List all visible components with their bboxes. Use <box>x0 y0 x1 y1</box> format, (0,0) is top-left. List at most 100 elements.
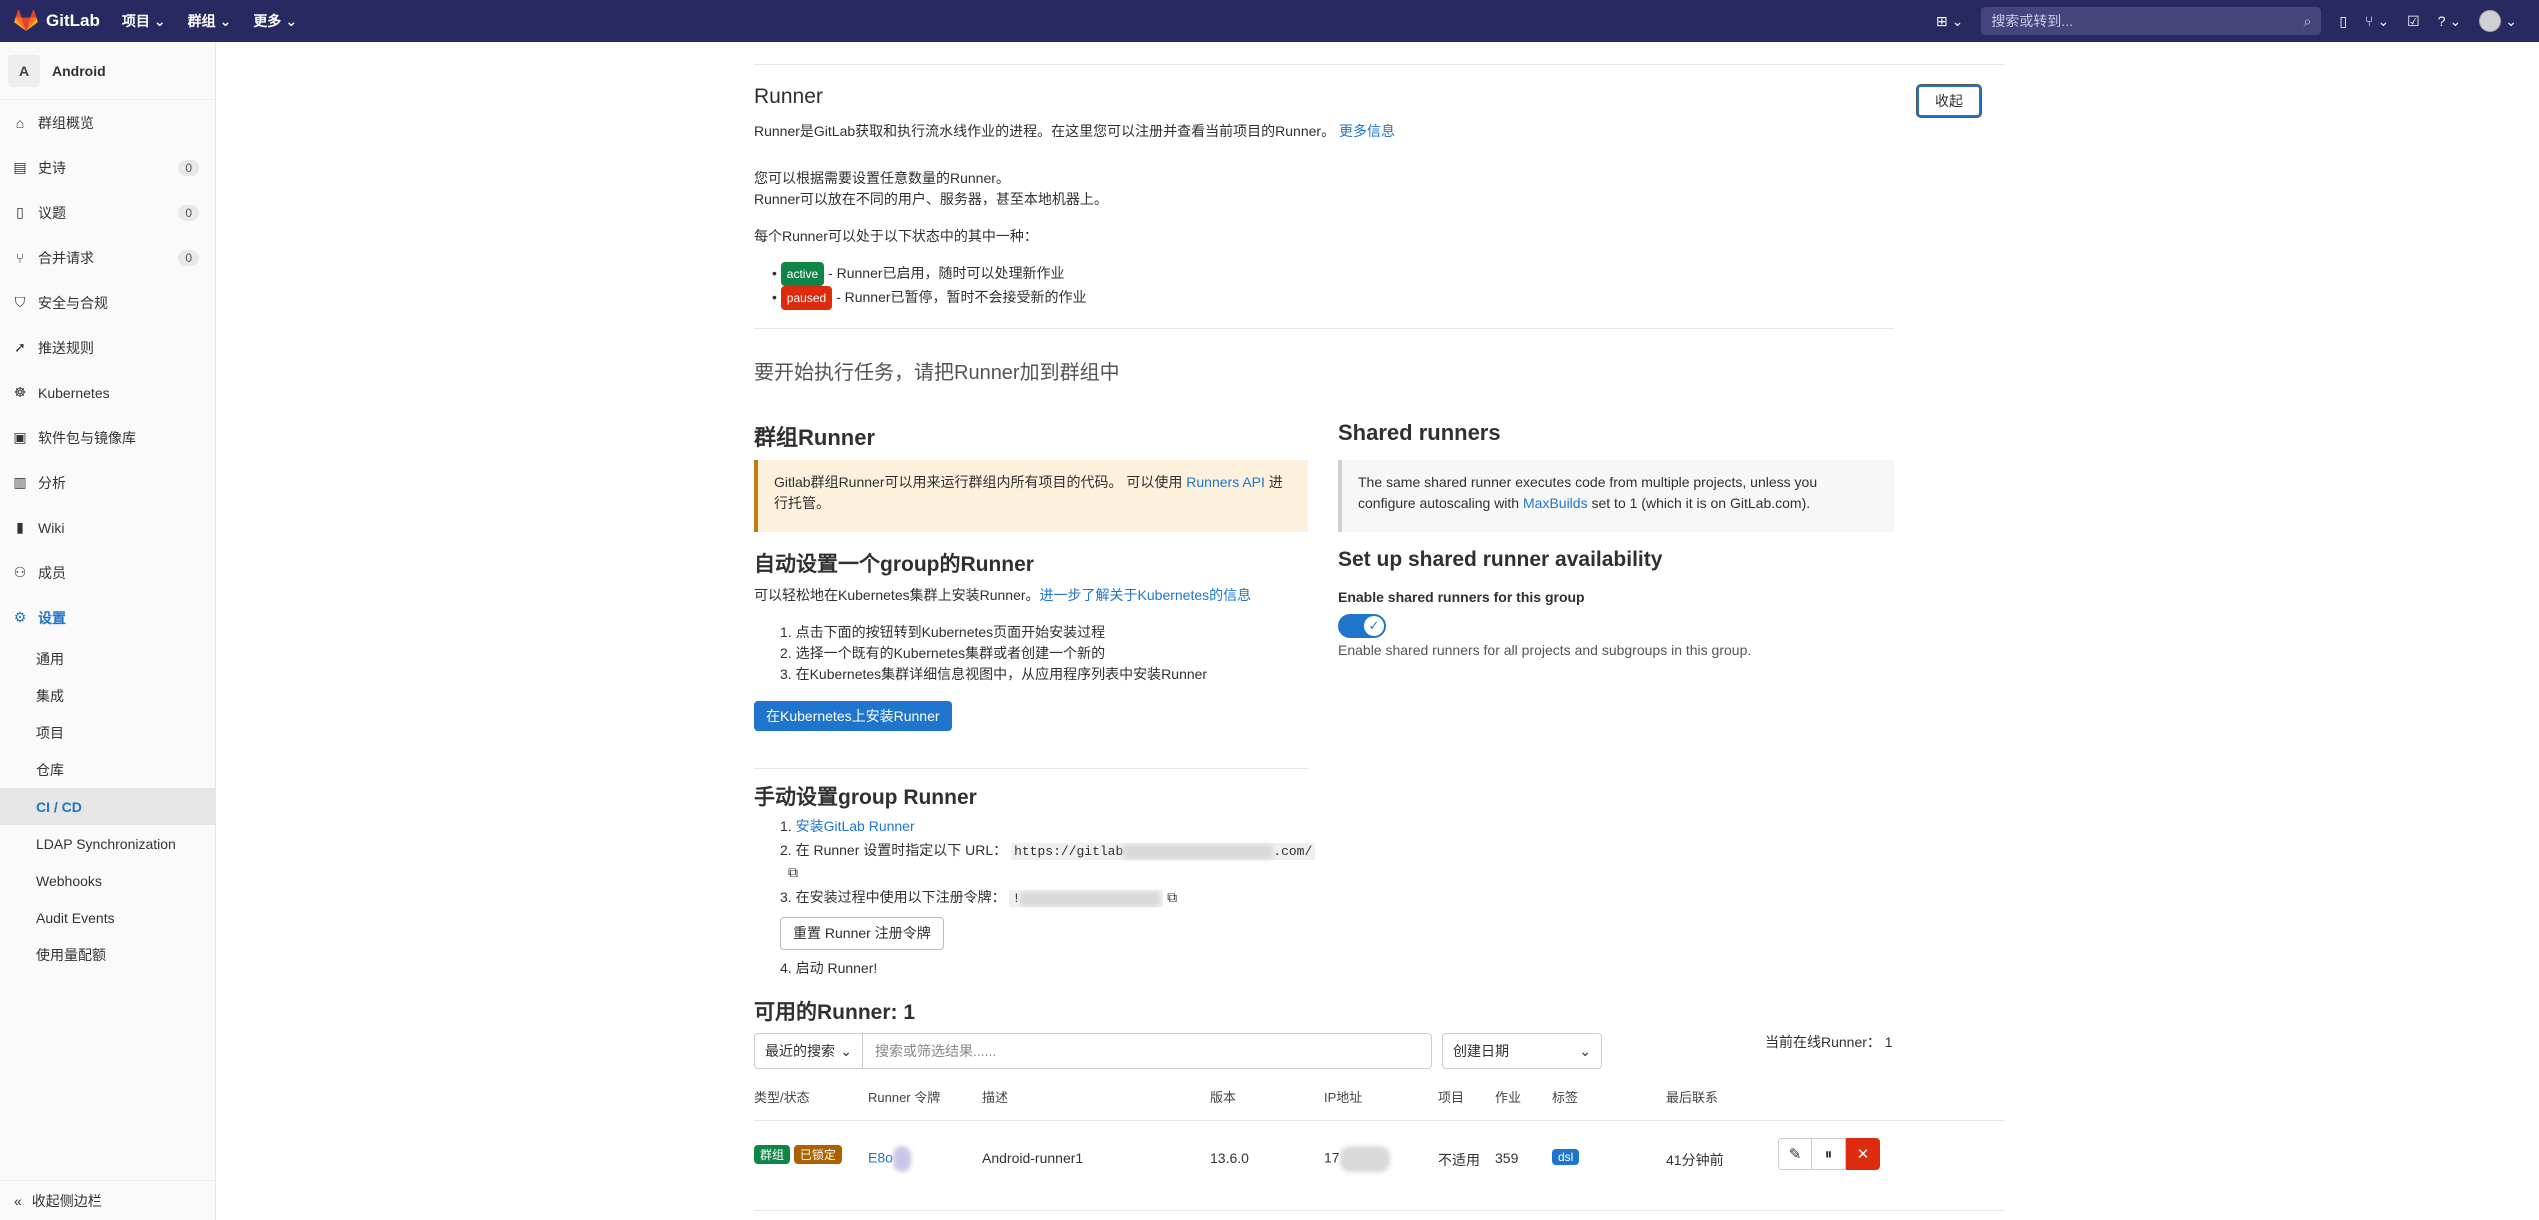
sidebar-sub-usage-quotas[interactable]: 使用量配额 <box>0 936 215 973</box>
group-header[interactable]: A Android <box>0 42 215 100</box>
issues-shortcut[interactable]: ▯ <box>2339 13 2347 30</box>
reset-token-button[interactable]: 重置 Runner 注册令牌 <box>780 917 944 950</box>
more-info-link[interactable]: 更多信息 <box>1339 123 1395 139</box>
close-icon: ✕ <box>1856 1146 1870 1163</box>
copy-url-button[interactable]: ⧉ <box>780 862 1320 883</box>
sidebar-item-issues[interactable]: ▯ 议题 0 <box>0 190 215 235</box>
tag-badge: dsl <box>1552 1149 1580 1165</box>
gear-icon: ⚙ <box>13 609 27 625</box>
install-kubernetes-runner-button[interactable]: 在Kubernetes上安装Runner <box>754 701 952 731</box>
auto-setup-steps: 1. 点击下面的按钮转到Kubernetes页面开始安装过程 2. 选择一个既有… <box>780 622 1207 685</box>
runners-api-link[interactable]: Runners API <box>1186 474 1265 490</box>
sidebar-item-label: 分析 <box>38 474 66 491</box>
group-avatar: A <box>8 54 40 87</box>
sidebar-item-packages[interactable]: ▣ 软件包与镜像库 <box>0 415 215 460</box>
runner-description: 您可以根据需要设置任意数量的Runner。 Runner可以放在不同的用户、服务… <box>754 168 1108 210</box>
sidebar-sub-integrations[interactable]: 集成 <box>0 677 215 714</box>
sidebar-sub-audit-events[interactable]: Audit Events <box>0 899 215 936</box>
merge-requests-shortcut[interactable]: ⑂ ⌄ <box>2365 13 2389 30</box>
column-header: 版本 <box>1210 1090 1237 1105</box>
sidebar-sub-webhooks[interactable]: Webhooks <box>0 862 215 899</box>
runner-jobs-cell: 359 <box>1495 1150 1519 1166</box>
remove-runner-button[interactable]: ✕ <box>1846 1138 1880 1170</box>
issues-icon: ▯ <box>16 204 24 220</box>
maxbuilds-link[interactable]: MaxBuilds <box>1523 495 1588 511</box>
column-header: 最后联系 <box>1666 1090 1719 1105</box>
runner-actions: ✎ ⏸ ✕ <box>1778 1138 1880 1170</box>
ip-text: 17 <box>1324 1149 1340 1166</box>
recent-search-dropdown[interactable]: 最近的搜索 ⌄ <box>755 1034 863 1068</box>
install-gitlab-runner-link[interactable]: 安装GitLab Runner <box>796 818 915 834</box>
sidebar-item-members[interactable]: ⚇ 成员 <box>0 550 215 595</box>
sidebar-item-kubernetes[interactable]: ☸ Kubernetes <box>0 370 215 415</box>
nav-projects[interactable]: 项目 ⌄ <box>122 11 166 31</box>
collapse-sidebar-button[interactable]: « 收起侧边栏 <box>0 1180 216 1220</box>
search-placeholder: 搜索或转到... <box>1991 13 2073 29</box>
registration-token[interactable]: ! <box>1009 890 1164 907</box>
sidebar: A Android ⌂ 群组概览 ▤ 史诗 0 ▯ 议题 0 ⑂ 合并请求 0 ⛉ 安全与合规 … <box>0 42 216 1220</box>
book-icon: ▮ <box>16 519 24 535</box>
sidebar-item-label: 议题 <box>38 204 66 221</box>
column-header: 作业 <box>1495 1090 1522 1105</box>
search-icon: ⌕ <box>2303 12 2312 29</box>
divider <box>754 1210 2004 1211</box>
pause-runner-button[interactable]: ⏸ <box>1812 1138 1846 1170</box>
copy-token-button[interactable]: ⧉ <box>1167 889 1177 905</box>
step-item: 2. 选择一个既有的Kubernetes集群或者创建一个新的 <box>780 645 1106 661</box>
redacted-area <box>1020 891 1161 906</box>
count-badge: 0 <box>178 159 199 176</box>
sidebar-sub-ldap[interactable]: LDAP Synchronization <box>0 825 215 862</box>
nav-label: 项目 <box>121 13 150 29</box>
sidebar-sub-projects[interactable]: 项目 <box>0 714 215 751</box>
edit-runner-button[interactable]: ✎ <box>1778 1138 1812 1170</box>
sidebar-item-wiki[interactable]: ▮ Wiki <box>0 505 215 550</box>
sidebar-item-label: 合并请求 <box>38 249 94 266</box>
sidebar-item-merge-requests[interactable]: ⑂ 合并请求 0 <box>0 235 215 280</box>
sidebar-item-label: 推送规则 <box>38 339 94 356</box>
push-rules-icon: ➚ <box>14 339 26 355</box>
kubernetes-info-link[interactable]: 进一步了解关于Kubernetes的信息 <box>1040 587 1252 603</box>
sidebar-sub-repository[interactable]: 仓库 <box>0 751 215 788</box>
nav-groups[interactable]: 群组 ⌄ <box>188 11 232 31</box>
todos-shortcut[interactable]: ☑ <box>2407 13 2420 30</box>
new-dropdown[interactable]: ⊞ ⌄ <box>1936 13 1963 30</box>
state-item-active: • active - Runner已启用，随时可以处理新作业 <box>772 262 1087 286</box>
global-search-input[interactable]: 搜索或转到... ⌕ <box>1981 7 2322 35</box>
enable-shared-desc: Enable shared runners for all projects a… <box>1338 642 1752 658</box>
todo-check-icon: ☑ <box>2407 12 2420 29</box>
collapse-button[interactable]: 收起 <box>1917 85 1981 117</box>
help-dropdown[interactable]: ? ⌄ <box>2438 13 2462 30</box>
sidebar-sub-general[interactable]: 通用 <box>0 640 215 677</box>
count-badge: 0 <box>178 204 199 221</box>
column-header: 标签 <box>1552 1090 1579 1105</box>
sidebar-item-analytics[interactable]: ▥ 分析 <box>0 460 215 505</box>
user-menu[interactable]: ⌄ <box>2479 10 2517 32</box>
sidebar-item-settings[interactable]: ⚙ 设置 <box>0 595 215 640</box>
url-text: https://gitlab <box>1014 844 1124 859</box>
online-runners-count: 当前在线Runner： 1 <box>1765 1034 1893 1050</box>
sidebar-item-security[interactable]: ⛉ 安全与合规 <box>0 280 215 325</box>
runner-description-cell: Android-runner1 <box>982 1150 1084 1166</box>
enable-shared-runners-toggle[interactable]: ✓ <box>1338 614 1386 638</box>
runner-token-cell: E8o <box>868 1146 911 1172</box>
step-text: 2. 在 Runner 设置时指定以下 URL： <box>780 842 1008 858</box>
sidebar-item-overview[interactable]: ⌂ 群组概览 <box>0 100 215 145</box>
merge-request-icon: ⑂ <box>2365 13 2374 29</box>
nav-more[interactable]: 更多 ⌄ <box>253 11 297 31</box>
sidebar-sub-cicd[interactable]: CI / CD <box>0 788 215 825</box>
pencil-icon: ✎ <box>1788 1146 1802 1163</box>
gitlab-logo[interactable]: GitLab <box>14 10 100 32</box>
sidebar-item-epics[interactable]: ▤ 史诗 0 <box>0 145 215 190</box>
runner-token-link[interactable]: E8o <box>868 1150 893 1166</box>
copy-icon: ⧉ <box>1167 889 1178 905</box>
registration-url[interactable]: https://gitlab .com/ <box>1011 843 1316 860</box>
runner-ip-cell: 17 <box>1324 1146 1390 1172</box>
redacted-area <box>1123 844 1274 859</box>
runner-last-contact-cell: 41分钟前 <box>1666 1152 1724 1168</box>
sidebar-item-push-rules[interactable]: ➚ 推送规则 <box>0 325 215 370</box>
sort-dropdown[interactable]: 创建日期 ⌄ <box>1442 1033 1602 1069</box>
column-header: Runner 令牌 <box>868 1090 941 1105</box>
runner-search-input[interactable]: 搜索或筛选结果...... <box>863 1041 996 1061</box>
states-intro: 每个Runner可以处于以下状态中的其中一种： <box>754 228 1038 244</box>
enable-shared-label: Enable shared runners for this group <box>1338 589 1585 605</box>
